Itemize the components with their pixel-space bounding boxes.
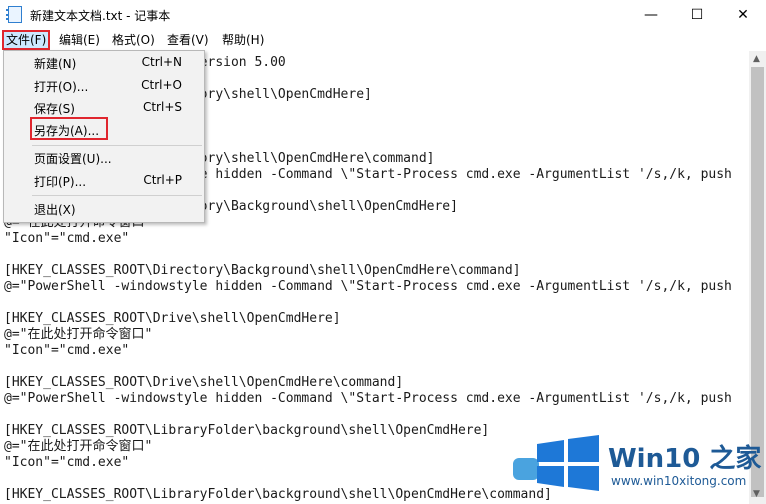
close-button[interactable]: ✕ [720, 0, 766, 30]
menu-item-new[interactable]: 新建(N) [34, 55, 76, 72]
shortcut-print: Ctrl+P [143, 173, 182, 187]
scroll-up-icon[interactable]: ▲ [753, 54, 760, 64]
menu-item-save-as[interactable]: 另存为(A)... [34, 122, 99, 139]
text-line: [HKEY_CLASSES_ROOT\Directory\Background\… [4, 263, 521, 278]
text-line: [HKEY_CLASSES_ROOT\LibraryFolder\backgro… [4, 487, 552, 502]
text-line: [HKEY_CLASSES_ROOT\Drive\shell\OpenCmdHe… [4, 375, 404, 390]
menu-bar: 文件(F) 编辑(E) 格式(O) 查看(V) 帮助(H) [0, 30, 766, 50]
menu-file[interactable]: 文件(F) [2, 30, 51, 50]
shortcut-open: Ctrl+O [141, 78, 182, 92]
scroll-thumb[interactable] [751, 67, 764, 497]
menu-help[interactable]: 帮助(H) [219, 30, 267, 50]
text-line: @="PowerShell -windowstyle hidden -Comma… [4, 391, 732, 406]
file-menu-dropdown: 新建(N) Ctrl+N 打开(O)... Ctrl+O 保存(S) Ctrl+… [3, 50, 205, 223]
maximize-button[interactable]: ☐ [674, 0, 720, 30]
menu-separator [32, 145, 202, 146]
window-title: 新建文本文档.txt - 记事本 [30, 9, 171, 23]
text-line: [HKEY_CLASSES_ROOT\LibraryFolder\backgro… [4, 423, 490, 438]
text-line: @="在此处打开命令窗口" [4, 439, 153, 454]
title-bar: 新建文本文档.txt - 记事本 — ☐ ✕ [0, 0, 766, 30]
text-line: @="PowerShell -windowstyle hidden -Comma… [4, 279, 732, 294]
watermark-url: www.win10xitong.com [611, 474, 747, 488]
windows-logo-icon [537, 435, 599, 491]
shortcut-save: Ctrl+S [142, 100, 182, 114]
shortcut-new: Ctrl+N [141, 55, 182, 69]
menu-item-print[interactable]: 打印(P)... [34, 173, 86, 190]
watermark-brand: Win10 之家 [608, 444, 762, 474]
menu-view[interactable]: 查看(V) [164, 30, 212, 50]
text-line: "Icon"="cmd.exe" [4, 231, 130, 246]
notepad-icon [6, 6, 22, 23]
menu-format[interactable]: 格式(O) [109, 30, 158, 50]
menu-item-page-setup[interactable]: 页面设置(U)... [34, 150, 112, 167]
text-line: [HKEY_CLASSES_ROOT\Drive\shell\OpenCmdHe… [4, 311, 341, 326]
menu-item-save[interactable]: 保存(S) [34, 100, 75, 117]
minimize-button[interactable]: — [628, 0, 674, 30]
text-line: "Icon"="cmd.exe" [4, 343, 130, 358]
watermark: Win10 之家 www.win10xitong.com [513, 434, 766, 504]
menu-item-open[interactable]: 打开(O)... [34, 78, 88, 95]
menu-item-exit[interactable]: 退出(X) [34, 201, 76, 218]
menu-edit[interactable]: 编辑(E) [56, 30, 103, 50]
text-line: @="在此处打开命令窗口" [4, 327, 153, 342]
menu-separator [32, 195, 202, 196]
text-line: "Icon"="cmd.exe" [4, 455, 130, 470]
